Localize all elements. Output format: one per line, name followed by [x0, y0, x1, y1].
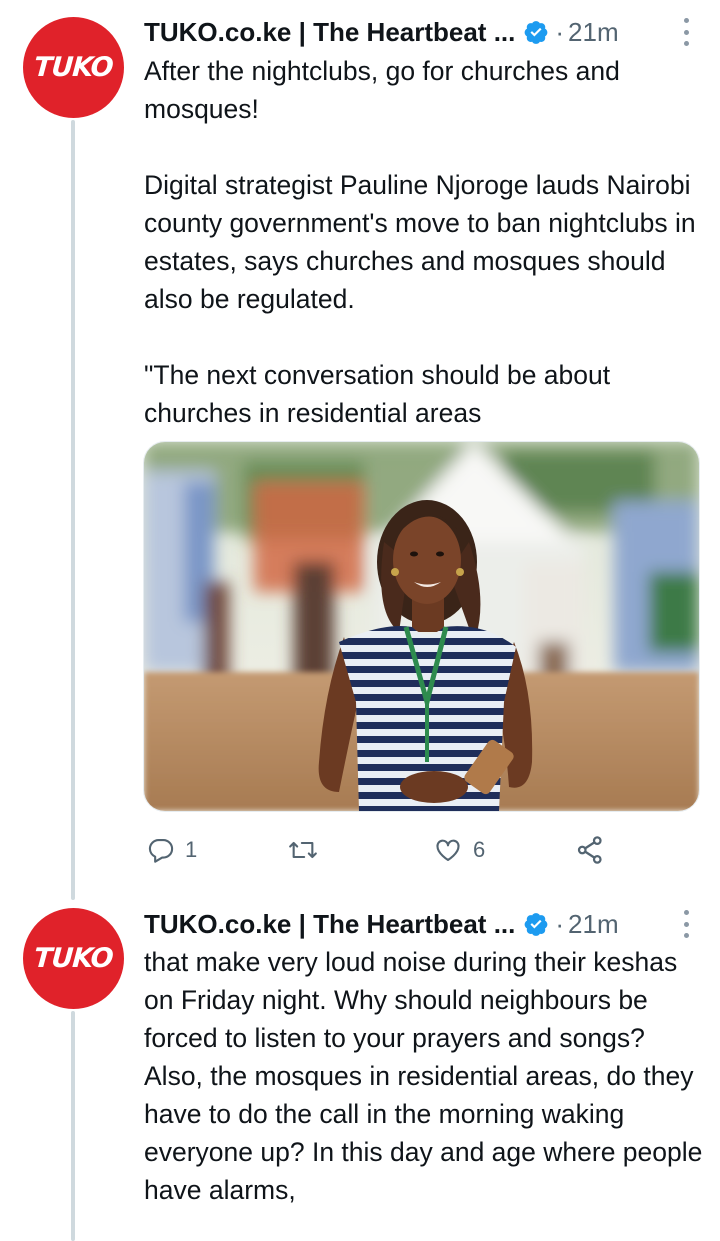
- thread-line: [71, 120, 75, 900]
- more-options-icon[interactable]: [682, 910, 690, 938]
- tweet-text: After the nightclubs, go for churches an…: [144, 56, 696, 428]
- separator-dot: ·: [555, 16, 565, 47]
- tuko-logo: TUKO: [33, 943, 114, 974]
- thread-line: [71, 1011, 75, 1241]
- share-icon: [577, 836, 602, 864]
- tweet-1[interactable]: TUKO TUKO.co.ke | The Heartbeat ... · 21…: [0, 0, 720, 900]
- author-name[interactable]: TUKO.co.ke | The Heartbeat ...: [144, 909, 515, 940]
- share-button[interactable]: [576, 832, 616, 868]
- tuko-logo: TUKO: [33, 52, 114, 83]
- like-count: 6: [473, 837, 486, 862]
- reply-icon: [148, 839, 174, 863]
- avatar[interactable]: TUKO: [23, 17, 124, 118]
- tweet-actions: 1 6: [144, 832, 614, 868]
- tweet-photo[interactable]: [143, 441, 700, 812]
- more-options-icon[interactable]: [682, 18, 690, 46]
- retweet-button[interactable]: [287, 832, 329, 868]
- verified-badge-icon: [523, 911, 549, 937]
- retweet-icon: [289, 841, 317, 859]
- tweet-header: TUKO.co.ke | The Heartbeat ... · 21m: [144, 906, 696, 942]
- photo-woman-at-event: [144, 442, 699, 811]
- tweet-text: that make very loud noise during their k…: [144, 947, 703, 1205]
- like-button[interactable]: 6: [433, 832, 485, 868]
- separator-dot: ·: [555, 908, 565, 939]
- heart-icon: [436, 839, 460, 861]
- reply-count: 1: [185, 837, 198, 862]
- timestamp[interactable]: 21m: [568, 909, 619, 940]
- tweet-header: TUKO.co.ke | The Heartbeat ... · 21m: [144, 14, 696, 50]
- tweet-2[interactable]: TUKO TUKO.co.ke | The Heartbeat ... · 21…: [0, 893, 720, 1241]
- reply-button[interactable]: 1: [147, 832, 197, 868]
- avatar[interactable]: TUKO: [23, 908, 124, 1009]
- timestamp[interactable]: 21m: [568, 17, 619, 48]
- author-name[interactable]: TUKO.co.ke | The Heartbeat ...: [144, 17, 515, 48]
- verified-badge-icon: [523, 19, 549, 45]
